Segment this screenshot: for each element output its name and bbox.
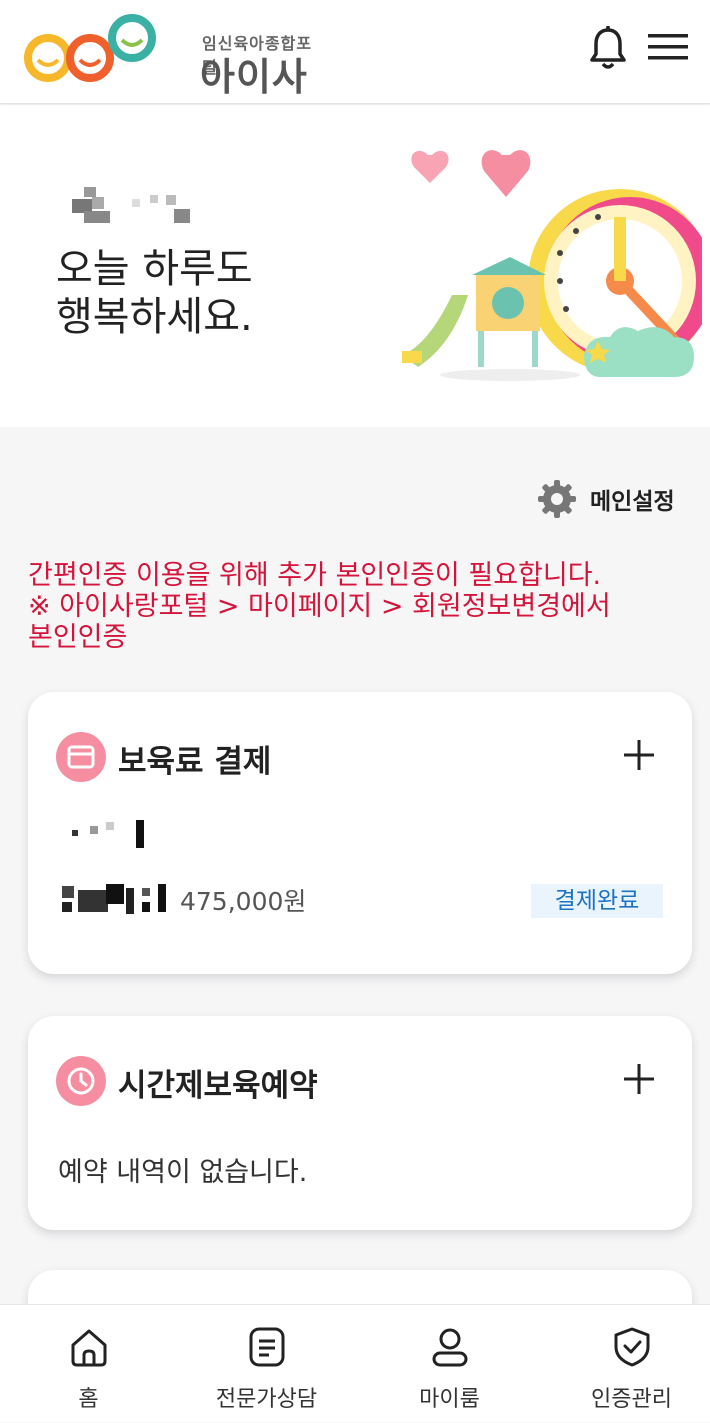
document-icon <box>249 1327 284 1367</box>
plus-icon[interactable] <box>624 740 654 770</box>
gear-icon <box>538 480 576 518</box>
payment-status-badge: 결제완료 <box>531 884 663 918</box>
tab-home[interactable]: 홈 <box>0 1305 177 1423</box>
card-icon <box>56 732 106 782</box>
hamburger-menu-icon[interactable] <box>646 28 690 64</box>
home-icon <box>71 1329 106 1367</box>
tab-my-room-label: 마이룸 <box>419 1387 480 1412</box>
main-settings-button[interactable]: 메인설정 <box>536 478 675 520</box>
clock-icon <box>56 1056 106 1106</box>
child-name-redacted <box>72 820 152 848</box>
tab-expert-consult-label: 전문가상담 <box>215 1387 318 1412</box>
hero-banner: 오늘 하루도 행복하세요. <box>0 105 710 427</box>
payment-card-title: 보육료 결제 <box>118 744 272 780</box>
tab-my-room[interactable]: 마이룸 <box>361 1305 538 1423</box>
tab-expert-consult[interactable]: 전문가상담 <box>178 1305 355 1423</box>
app-header: 임신육아종합포털 아이사랑 <box>0 0 710 154</box>
shield-icon <box>614 1327 649 1367</box>
tab-home-label: 홈 <box>78 1387 99 1412</box>
main-settings-label: 메인설정 <box>590 489 675 515</box>
greeting-text: 오늘 하루도 행복하세요. <box>56 246 253 340</box>
payment-date-redacted <box>62 884 168 914</box>
tab-auth-management[interactable]: 인증관리 <box>543 1305 710 1423</box>
user-name-redacted <box>72 187 190 223</box>
person-icon <box>432 1328 467 1367</box>
tab-auth-management-label: 인증관리 <box>591 1387 672 1412</box>
bell-icon[interactable] <box>588 26 628 70</box>
reservation-card-title: 시간제보육예약 <box>118 1068 318 1104</box>
bottom-tab-bar: 홈 전문가상담 마이룸 인증관리 <box>0 1304 710 1422</box>
payment-amount: 475,000원 <box>180 887 307 916</box>
logo-mark-icon <box>24 14 156 82</box>
reservation-card[interactable]: 시간제보육예약 예약 내역이 없습니다. <box>28 1016 692 1230</box>
reservation-empty-text: 예약 내역이 없습니다. <box>58 1157 308 1188</box>
auth-notice-text: 간편인증 이용을 위해 추가 본인인증이 필요합니다. ※ 아이사랑포털 > 마… <box>28 560 611 653</box>
playground-clock-illustration <box>402 150 702 381</box>
plus-icon[interactable] <box>624 1064 654 1094</box>
aisarang-logo[interactable]: 임신육아종합포털 아이사랑 <box>24 10 324 154</box>
payment-card[interactable]: 보육료 결제 475,000원 결제완료 <box>28 692 692 974</box>
